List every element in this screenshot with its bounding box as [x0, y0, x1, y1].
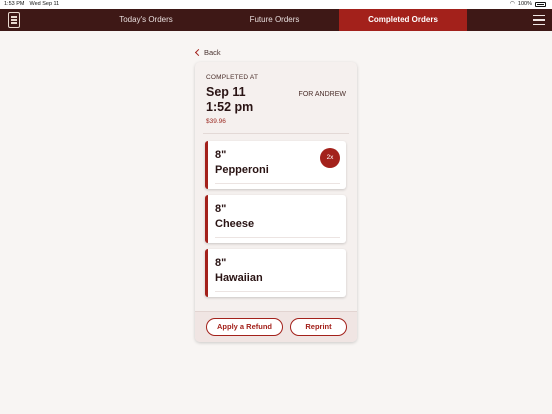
battery-percent: 100%: [517, 1, 532, 7]
chevron-left-icon: [194, 48, 203, 56]
tab-completed-orders[interactable]: Completed Orders: [339, 9, 467, 31]
order-item-pepperoni[interactable]: 8" Pepperoni 2x: [205, 141, 346, 189]
order-customer: FOR ANDREW: [298, 91, 346, 98]
apply-refund-button[interactable]: Apply a Refund: [206, 318, 283, 336]
item-name: Pepperoni: [215, 164, 269, 176]
battery-icon: [535, 2, 546, 7]
reprint-button[interactable]: Reprint: [290, 318, 347, 336]
order-date: Sep 11: [206, 85, 246, 99]
order-item-cheese[interactable]: 8" Cheese: [205, 195, 346, 243]
tab-future-orders[interactable]: Future Orders: [210, 9, 339, 31]
order-detail-card: COMPLETED AT Sep 11 1:52 pm $39.96 FOR A…: [195, 62, 357, 342]
item-divider: [215, 183, 340, 184]
tab-todays-orders[interactable]: Today's Orders: [82, 9, 210, 31]
divider: [203, 133, 349, 134]
completed-at-label: COMPLETED AT: [206, 74, 259, 81]
back-label: Back: [204, 47, 221, 57]
back-button[interactable]: Back: [194, 46, 221, 58]
wifi-icon: ◠: [509, 1, 515, 7]
item-name: Cheese: [215, 218, 255, 230]
status-bar: 1:53 PM Wed Sep 11 ◠ 100%: [0, 0, 552, 9]
status-time: 1:53 PM: [4, 1, 25, 7]
quantity-badge: 2x: [320, 148, 340, 168]
item-name: Hawaiian: [215, 272, 263, 284]
store-logo-icon[interactable]: [8, 12, 20, 28]
item-divider: [215, 237, 340, 238]
order-item-hawaiian[interactable]: 8" Hawaiian: [205, 249, 346, 297]
item-size: 8": [215, 149, 227, 161]
order-time: 1:52 pm: [206, 100, 254, 114]
top-nav-bar: Today's Orders Future Orders Completed O…: [0, 9, 552, 31]
status-date: Wed Sep 11: [29, 1, 60, 7]
item-size: 8": [215, 257, 227, 269]
order-actions-footer: Apply a Refund Reprint: [195, 311, 357, 342]
item-divider: [215, 291, 340, 292]
item-size: 8": [215, 203, 227, 215]
hamburger-menu-icon[interactable]: [533, 15, 545, 25]
order-total: $39.96: [206, 118, 226, 125]
